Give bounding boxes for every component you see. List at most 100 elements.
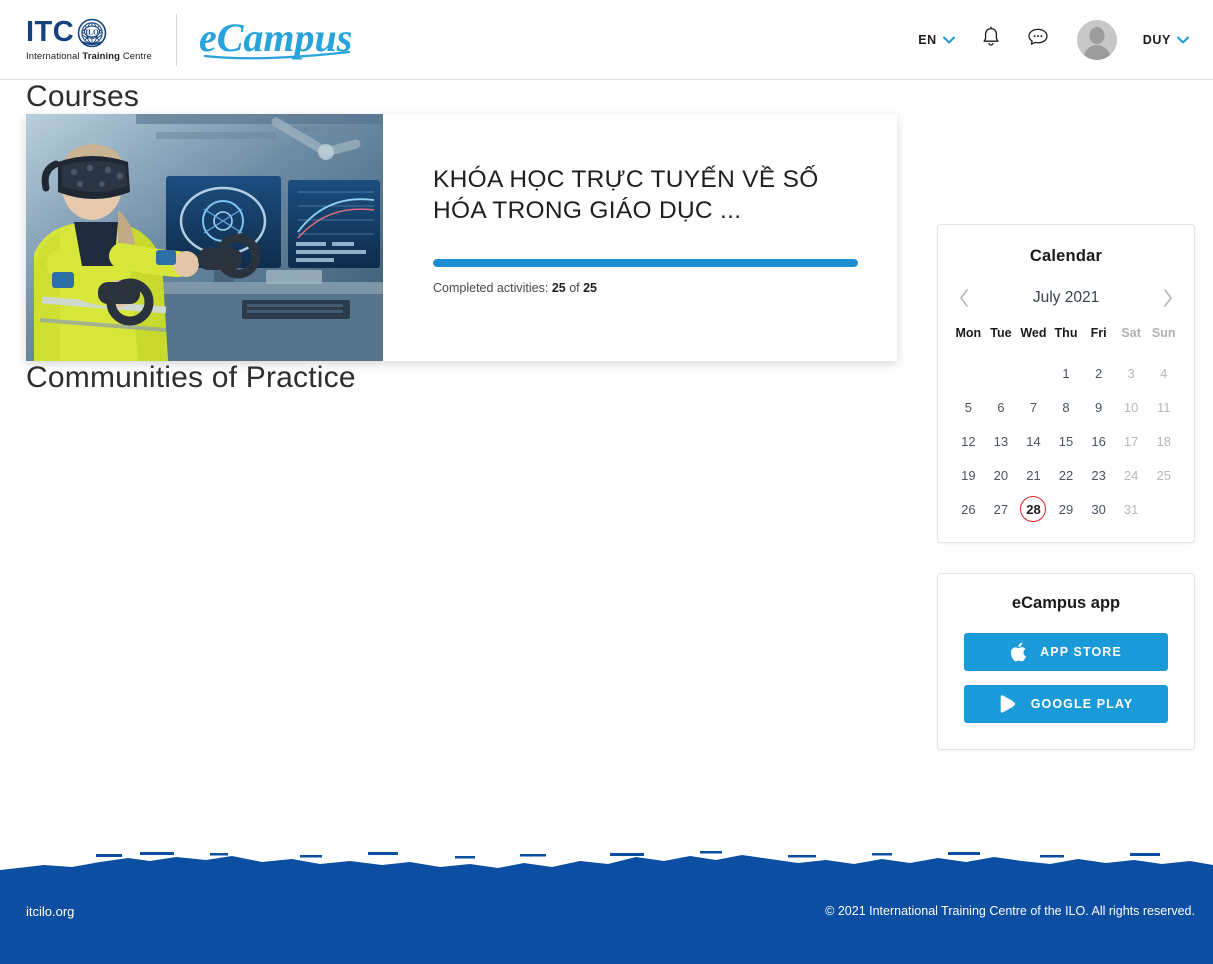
calendar-day[interactable]: 12 <box>955 428 981 454</box>
calendar-day-cell[interactable]: 20 <box>985 458 1018 492</box>
calendar-day[interactable]: 15 <box>1053 428 1079 454</box>
calendar-day[interactable]: 10 <box>1118 394 1144 420</box>
calendar-day[interactable]: 13 <box>988 428 1014 454</box>
calendar-day[interactable]: 27 <box>988 496 1014 522</box>
calendar-day[interactable]: 30 <box>1086 496 1112 522</box>
calendar-day[interactable]: 8 <box>1053 394 1079 420</box>
notifications-button[interactable] <box>981 26 1001 53</box>
calendar-day-cell[interactable]: 27 <box>985 492 1018 526</box>
progress-separator: of <box>565 280 584 295</box>
calendar-day[interactable]: 7 <box>1020 394 1046 420</box>
calendar-day[interactable]: 20 <box>988 462 1014 488</box>
avatar[interactable] <box>1076 19 1117 60</box>
bell-icon <box>981 26 1001 53</box>
course-card[interactable]: KHÓA HỌC TRỰC TUYẾN VỀ SỐ HÓA TRONG GIÁO… <box>26 114 897 361</box>
calendar-day[interactable]: 6 <box>988 394 1014 420</box>
calendar-day[interactable]: 14 <box>1020 428 1046 454</box>
language-label: EN <box>918 32 937 47</box>
footer-site-link[interactable]: itcilo.org <box>26 904 74 919</box>
calendar-day-cell[interactable]: 30 <box>1082 492 1115 526</box>
calendar-day[interactable]: 29 <box>1053 496 1079 522</box>
calendar-day-cell[interactable]: 8 <box>1050 390 1083 424</box>
calendar-day-cell[interactable]: 23 <box>1082 458 1115 492</box>
calendar-week-row: 1234 <box>952 356 1180 390</box>
header-actions: EN DUY <box>892 19 1189 60</box>
calendar-day[interactable]: 23 <box>1086 462 1112 488</box>
course-progress-caption: Completed activities: 25 of 25 <box>433 281 863 295</box>
calendar-day-cell[interactable]: 18 <box>1147 424 1180 458</box>
calendar-days-body: 1 2 3 4 5 6 7 8 9 10 11 12 13 14 15 16 17 18 19 20 21 22 23 24 2… <box>952 356 1180 526</box>
calendar-day[interactable]: 21 <box>1020 462 1046 488</box>
calendar-week-row: 19 20 21 22 23 24 25 <box>952 458 1180 492</box>
calendar-day-cell[interactable]: 1 <box>1050 356 1083 390</box>
calendar-day[interactable]: 18 <box>1151 428 1177 454</box>
app-panel-title: eCampus app <box>1011 594 1121 612</box>
calendar-day[interactable]: 17 <box>1118 428 1144 454</box>
calendar-day-cell[interactable]: 4 <box>1147 356 1180 390</box>
footer-copyright: © 2021 International Training Centre of … <box>825 904 1195 918</box>
calendar-panel: Calendar July 2021 Mon Tue Wed Thu Fri Sat Sun… <box>937 224 1195 543</box>
calendar-day-cell[interactable]: 11 <box>1147 390 1180 424</box>
calendar-day[interactable]: 26 <box>955 496 981 522</box>
user-menu[interactable]: DUY <box>1143 31 1189 49</box>
calendar-day[interactable]: 3 <box>1118 360 1144 386</box>
itc-wordmark: ITC <box>26 16 75 48</box>
calendar-day-cell[interactable]: 29 <box>1050 492 1083 526</box>
calendar-day-cell[interactable]: 15 <box>1050 424 1083 458</box>
user-name-label: DUY <box>1142 32 1171 47</box>
calendar-day-cell[interactable]: 19 <box>952 458 985 492</box>
calendar-day[interactable]: 25 <box>1151 462 1177 488</box>
calendar-day[interactable]: 22 <box>1053 462 1079 488</box>
calendar-day-today[interactable]: 28 <box>1020 496 1047 522</box>
calendar-day-cell[interactable]: 10 <box>1115 390 1148 424</box>
calendar-day[interactable]: 4 <box>1151 360 1177 386</box>
calendar-day[interactable]: 2 <box>1086 360 1112 386</box>
calendar-day-empty <box>952 356 985 390</box>
calendar-day-cell[interactable]: 2 <box>1082 356 1115 390</box>
calendar-day-cell[interactable]: 24 <box>1115 458 1148 492</box>
calendar-day-cell[interactable]: 12 <box>952 424 985 458</box>
chevron-down-icon <box>1177 31 1189 49</box>
calendar-day-cell[interactable]: 16 <box>1082 424 1115 458</box>
calendar-day[interactable]: 24 <box>1118 462 1144 488</box>
app-store-button[interactable]: APP STORE <box>964 633 1168 671</box>
calendar-day[interactable]: 1 <box>1053 360 1079 386</box>
communities-heading: Communities of Practice <box>26 361 356 394</box>
itc-logo: ITC ILO International Training Centre <box>26 18 152 62</box>
calendar-day[interactable]: 11 <box>1151 394 1177 420</box>
calendar-day-cell[interactable]: 17 <box>1115 424 1148 458</box>
calendar-day-cell[interactable]: 14 <box>1017 424 1050 458</box>
calendar-day[interactable]: 31 <box>1118 496 1144 522</box>
calendar-day-cell[interactable]: 7 <box>1017 390 1050 424</box>
calendar-day-cell[interactable]: 26 <box>952 492 985 526</box>
calendar-day-cell[interactable]: 6 <box>985 390 1018 424</box>
svg-text:ILO: ILO <box>85 27 99 36</box>
calendar-week-row: 5 6 7 8 9 10 11 <box>952 390 1180 424</box>
messages-button[interactable] <box>1027 27 1049 52</box>
calendar-day[interactable]: 9 <box>1086 394 1112 420</box>
calendar-weekday-tue: Tue <box>990 326 1012 340</box>
chevron-right-icon[interactable] <box>1162 288 1174 308</box>
calendar-day-cell[interactable]: 3 <box>1115 356 1148 390</box>
progress-prefix: Completed activities: <box>433 280 552 295</box>
brand-logo[interactable]: ITC ILO International Training Centre eC… <box>26 9 359 70</box>
calendar-day-cell[interactable]: 13 <box>985 424 1018 458</box>
calendar-title: Calendar <box>1029 247 1103 265</box>
calendar-day-cell[interactable]: 22 <box>1050 458 1083 492</box>
calendar-day-cell[interactable]: 5 <box>952 390 985 424</box>
google-play-button[interactable]: GOOGLE PLAY <box>964 685 1168 723</box>
chevron-down-icon <box>942 31 955 49</box>
chevron-left-icon[interactable] <box>958 288 970 308</box>
calendar-day[interactable]: 5 <box>955 394 981 420</box>
calendar-day-cell[interactable]: 31 <box>1115 492 1148 526</box>
calendar-day-cell[interactable]: 9 <box>1082 390 1115 424</box>
apple-logo-icon <box>1010 642 1027 662</box>
calendar-day-cell[interactable]: 25 <box>1147 458 1180 492</box>
language-selector[interactable]: EN <box>918 31 955 49</box>
calendar-day[interactable]: 16 <box>1086 428 1112 454</box>
ecampus-wordmark: eCampus <box>199 9 359 70</box>
calendar-day-cell[interactable]: 28 <box>1017 492 1050 526</box>
calendar-day[interactable]: 19 <box>955 462 981 488</box>
calendar-day-cell[interactable]: 21 <box>1017 458 1050 492</box>
calendar-grid: Mon Tue Wed Thu Fri Sat Sun 1 2 3 4 5 6 7 8 9 10 11 12 13 1… <box>952 326 1180 526</box>
